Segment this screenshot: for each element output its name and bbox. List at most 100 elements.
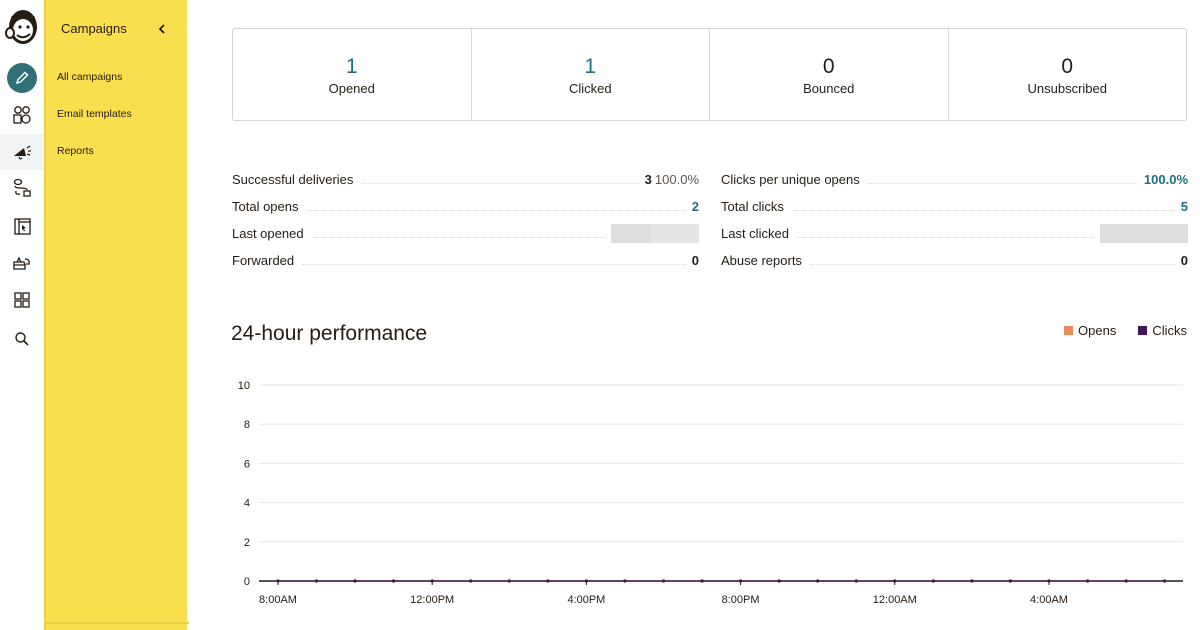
subnav-item-reports[interactable]: Reports bbox=[57, 145, 94, 157]
legend-item-clicks[interactable]: Clicks bbox=[1138, 323, 1187, 338]
icon-rail bbox=[0, 0, 44, 630]
stat-value-link[interactable]: 100.0% bbox=[1138, 172, 1188, 187]
data-point-clicks bbox=[276, 579, 280, 583]
stat-label: Abuse reports bbox=[721, 253, 810, 268]
card-unsubscribed: 0 Unsubscribed bbox=[949, 29, 1187, 120]
legend-label: Opens bbox=[1078, 323, 1117, 338]
y-tick-label: 10 bbox=[238, 380, 250, 392]
card-bounced: 0 Bounced bbox=[710, 29, 949, 120]
x-tick-label: 4:00AM bbox=[1030, 594, 1068, 606]
card-value: 1 bbox=[345, 55, 358, 78]
subnav-item-all-campaigns[interactable]: All campaigns bbox=[57, 71, 122, 83]
stat-label: Clicks per unique opens bbox=[721, 172, 868, 187]
y-tick-label: 2 bbox=[244, 537, 250, 549]
stat-successful-deliveries: Successful deliveries 3 100.0% bbox=[232, 166, 699, 193]
x-tick-label: 8:00AM bbox=[259, 594, 297, 606]
data-point-clicks bbox=[314, 579, 319, 583]
stat-label: Last opened bbox=[232, 226, 312, 241]
card-value: 0 bbox=[1061, 55, 1074, 78]
data-point-clicks bbox=[1008, 579, 1013, 583]
rail-audience[interactable] bbox=[0, 97, 44, 133]
data-point-clicks bbox=[970, 579, 974, 583]
data-point-clicks bbox=[353, 579, 357, 583]
legend-item-opens[interactable]: Opens bbox=[1064, 323, 1116, 338]
stat-label: Successful deliveries bbox=[232, 172, 362, 187]
performance-chart: 0 2 4 6 8 10 8:00AM 12:00PM 4:00PM 8:00PM 12:00AM 4… bbox=[238, 380, 1183, 606]
subnav-title: Campaigns bbox=[61, 21, 127, 36]
data-point-clicks bbox=[816, 579, 820, 583]
stat-last-clicked: Last clicked bbox=[721, 220, 1188, 247]
pencil-icon bbox=[15, 71, 29, 85]
data-point-clicks bbox=[507, 579, 511, 583]
data-point-clicks bbox=[546, 579, 550, 583]
y-tick-label: 6 bbox=[244, 458, 250, 470]
grid-icon bbox=[14, 292, 30, 308]
data-point-clicks bbox=[623, 579, 627, 583]
stat-clicks-per-unique-opens: Clicks per unique opens 100.0% bbox=[721, 166, 1188, 193]
search-icon bbox=[15, 332, 29, 346]
data-point-clicks bbox=[430, 579, 434, 583]
engagement-stats: Clicks per unique opens 100.0% Total cli… bbox=[721, 166, 1188, 274]
loading-placeholder bbox=[1100, 224, 1188, 243]
stat-last-opened: Last opened bbox=[232, 220, 699, 247]
dotted-leader bbox=[796, 237, 1094, 238]
stat-value: 0 bbox=[691, 253, 699, 268]
x-tick-label: 12:00AM bbox=[873, 594, 917, 606]
data-point-clicks bbox=[893, 579, 897, 583]
dotted-leader bbox=[809, 264, 1175, 265]
mailchimp-logo-icon[interactable] bbox=[3, 5, 41, 49]
stat-value-link[interactable]: 5 bbox=[1175, 199, 1188, 214]
chart-legend: Opens Clicks bbox=[1064, 323, 1187, 338]
delivery-stats: Successful deliveries 3 100.0% Total open… bbox=[232, 166, 699, 274]
stat-abuse-reports: Abuse reports 0 bbox=[721, 247, 1188, 274]
collapse-subnav-button[interactable] bbox=[154, 20, 170, 38]
dotted-leader bbox=[867, 183, 1138, 184]
rail-search[interactable] bbox=[0, 321, 44, 357]
data-point-clicks bbox=[700, 579, 704, 583]
campaigns-subnav: Campaigns All campaigns Email templates … bbox=[44, 0, 189, 630]
subnav-item-email-templates[interactable]: Email templates bbox=[57, 108, 132, 120]
stat-value: 0 bbox=[1180, 253, 1188, 268]
rail-integrations[interactable] bbox=[0, 282, 44, 318]
data-point-clicks bbox=[1085, 579, 1090, 583]
stat-value: 3 100.0% bbox=[639, 172, 699, 187]
automation-flow-icon bbox=[13, 178, 31, 197]
dotted-leader bbox=[361, 183, 639, 184]
data-point-clicks bbox=[1124, 579, 1128, 583]
data-point-clicks bbox=[739, 579, 743, 583]
x-tick-label: 12:00PM bbox=[410, 594, 454, 606]
data-point-clicks bbox=[931, 579, 935, 583]
card-label: Unsubscribed bbox=[1027, 81, 1108, 96]
y-tick-label: 4 bbox=[244, 498, 250, 510]
data-point-clicks bbox=[392, 579, 396, 583]
dotted-leader bbox=[302, 264, 686, 265]
create-button[interactable] bbox=[7, 63, 37, 93]
stat-value-link[interactable]: 2 bbox=[686, 199, 699, 214]
x-tick-label: 4:00PM bbox=[567, 594, 605, 606]
website-cursor-icon bbox=[14, 218, 31, 235]
rail-content[interactable] bbox=[0, 245, 44, 281]
rail-campaigns[interactable] bbox=[0, 134, 44, 170]
y-tick-label: 8 bbox=[244, 419, 250, 431]
stat-label: Total opens bbox=[232, 199, 307, 214]
card-label: Bounced bbox=[803, 81, 855, 96]
stat-label: Forwarded bbox=[232, 253, 303, 268]
rail-automations[interactable] bbox=[0, 170, 44, 206]
card-value: 1 bbox=[584, 55, 597, 78]
x-tick-label: 8:00PM bbox=[722, 594, 760, 606]
legend-label: Clicks bbox=[1152, 323, 1187, 338]
content-stack-icon bbox=[13, 256, 30, 270]
card-clicked[interactable]: 1 Clicked bbox=[472, 29, 710, 120]
card-opened[interactable]: 1 Opened bbox=[233, 29, 472, 120]
data-point-clicks bbox=[469, 579, 473, 583]
stat-total-clicks: Total clicks 5 bbox=[721, 193, 1188, 220]
rail-website[interactable] bbox=[0, 208, 44, 244]
card-label: Clicked bbox=[568, 81, 612, 96]
stat-total-opens: Total opens 2 bbox=[232, 193, 699, 220]
legend-swatch-clicks bbox=[1138, 326, 1148, 335]
data-point-clicks bbox=[584, 579, 588, 583]
stat-forwarded: Forwarded 0 bbox=[232, 247, 699, 274]
legend-swatch-opens bbox=[1064, 326, 1074, 335]
loading-placeholder bbox=[611, 224, 699, 243]
audience-icon bbox=[13, 106, 31, 124]
